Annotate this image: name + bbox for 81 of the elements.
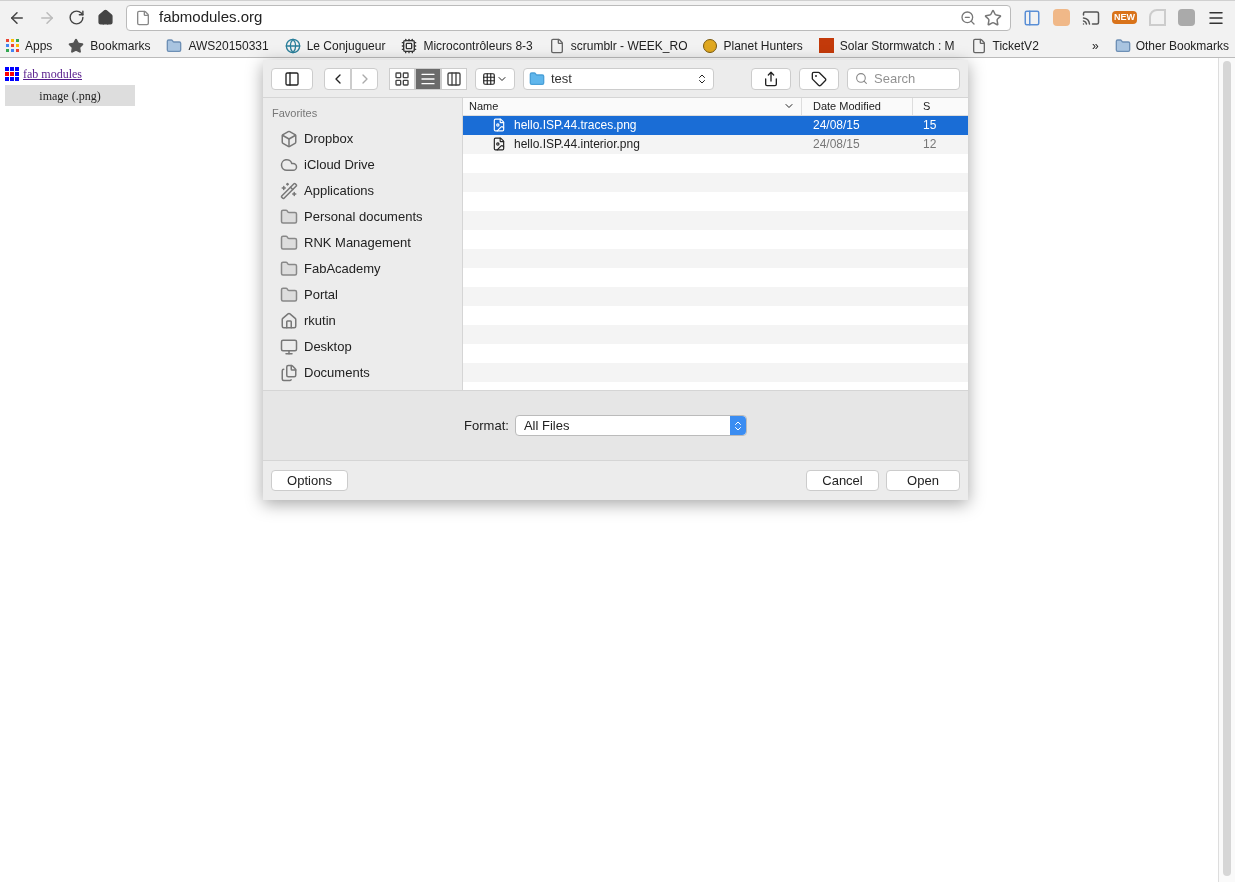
monitor-icon [280,337,298,356]
format-dropdown[interactable]: All Files [514,415,747,436]
sidebar-item[interactable]: Applications [272,177,462,204]
circle-logo-icon [284,37,301,54]
reload-button[interactable] [68,9,85,26]
tag-button[interactable] [799,67,839,90]
options-button[interactable]: Options [271,470,348,491]
cast-icon[interactable] [1082,8,1100,27]
bookmark-link[interactable]: AWS20150331 [166,36,269,55]
bookmark-link[interactable]: scrumblr - WEEK_RO [548,36,688,55]
folder-icon [280,207,298,226]
grid-view-icon [394,70,410,87]
folder-icon [529,70,545,87]
bookmark-link[interactable]: Microcontrôleurs 8-3 [401,36,533,55]
folder-icon [280,285,298,304]
logo-grid-icon [5,67,19,81]
sidebar-item[interactable]: Portal [272,281,462,308]
search-icon [855,71,868,85]
sidebar-item[interactable]: Dropbox [272,125,462,152]
view-mode-button[interactable] [389,67,415,90]
page-link[interactable]: fab modules [23,65,82,83]
folder-icon [166,37,183,54]
house-icon [280,311,298,330]
open-button[interactable]: Open [886,470,960,491]
documents-icon [280,363,298,382]
bookmark-star-icon[interactable] [984,8,1002,27]
arrange-grid-icon [482,71,496,86]
extension-window-icon[interactable] [1023,8,1041,27]
page-icon [135,9,151,26]
sun-image-icon [818,38,834,53]
column-header[interactable]: Name [463,98,802,115]
view-mode-button[interactable] [441,67,467,90]
share-button[interactable] [751,67,791,90]
box-icon [280,129,298,148]
page-icon [970,37,987,54]
sidebar-item[interactable]: Personal documents [272,203,462,230]
cancel-button[interactable]: Cancel [806,470,879,491]
sidebar-item[interactable]: Desktop [272,333,462,360]
tag-icon [811,70,827,87]
bookmark-folder[interactable]: Other Bookmarks [1114,36,1229,55]
folder-icon [280,259,298,278]
sidebar-heading: Favorites [272,106,319,121]
sidebar-toggle-button[interactable] [271,67,313,90]
bookmark-link[interactable]: Solar Stormwatch : M [818,36,955,55]
column-header[interactable]: S [913,98,968,115]
file-input-button[interactable]: image (.png) [5,85,135,106]
arrange-button[interactable] [475,67,515,90]
address-bar[interactable]: fabmodules.org [126,4,1011,31]
search-field[interactable]: Search [847,67,960,90]
bookmark-link[interactable]: TicketV2 [970,36,1039,55]
image-file-icon [492,118,506,132]
overflow-chevron[interactable]: » [1091,36,1099,55]
home-button[interactable] [97,9,114,26]
location-dropdown[interactable]: test [523,67,714,90]
star-icon [68,37,85,54]
sidebar-item[interactable]: iCloud Drive [272,151,462,178]
folder-icon [280,233,298,252]
applications-icon [280,181,298,200]
planet-icon [703,38,718,53]
column-header[interactable]: Date Modified [802,98,913,115]
image-file-icon [492,137,506,151]
page-icon [548,37,565,54]
bookmark-link[interactable]: Le Conjugueur [284,36,386,55]
address-text: fabmodules.org [159,7,264,28]
columns-view-icon [446,70,462,87]
sidebar-icon [284,70,300,87]
sidebar-item[interactable]: FabAcademy [272,255,462,282]
updown-caret-icon [696,72,708,85]
bookmark-link[interactable]: Apps [6,36,53,55]
chip-icon [401,37,418,54]
zoom-icon[interactable] [960,9,976,26]
bookmark-link[interactable]: Planet Hunters [703,36,803,55]
sidebar-item[interactable]: Documents [272,359,462,386]
format-label: Format: [464,416,509,435]
folder-icon [1114,37,1131,54]
share-icon [763,70,779,87]
apps-grid-icon [6,39,19,52]
view-mode-button[interactable] [415,67,441,90]
sidebar-item[interactable]: RNK Management [272,229,462,256]
bookmark-link[interactable]: Bookmarks [68,36,151,55]
sidebar-item[interactable]: rkutin [272,307,462,334]
